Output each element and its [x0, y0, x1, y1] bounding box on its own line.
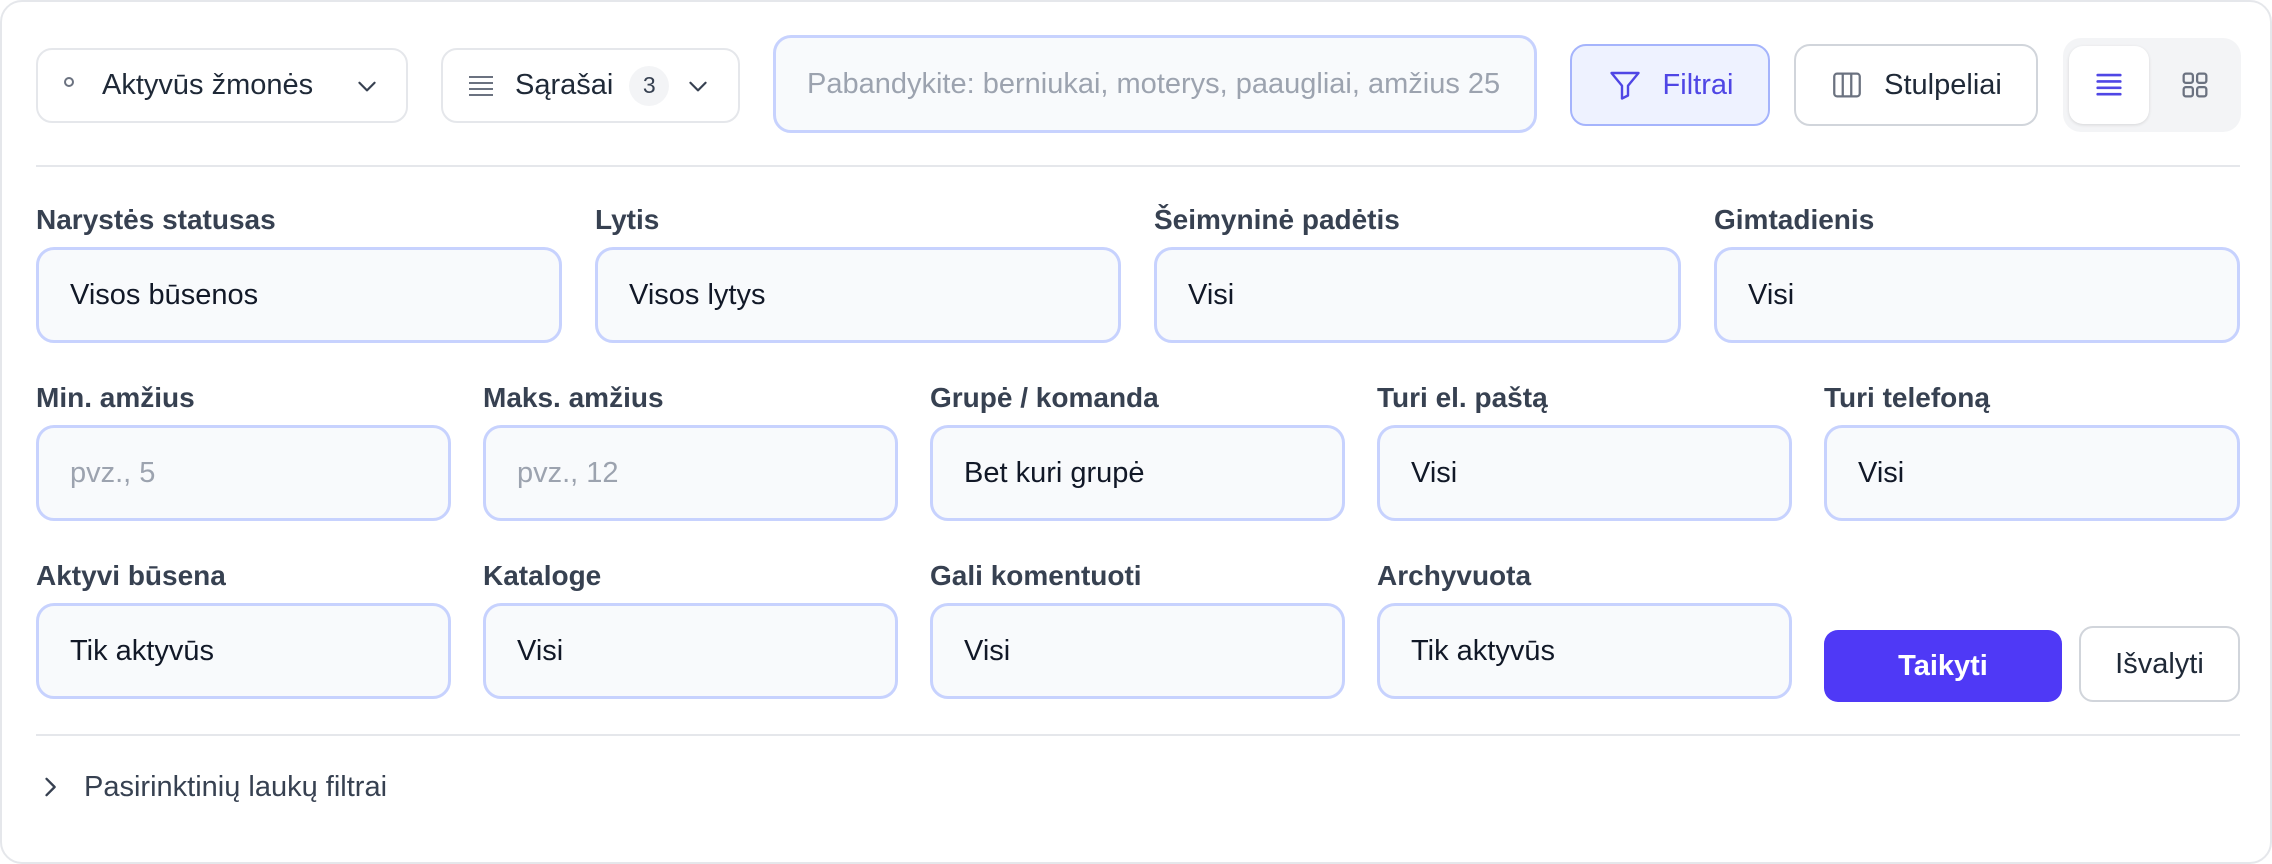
can-comment-filter: Gali komentuoti Visi — [930, 557, 1345, 699]
active-status-select[interactable]: Tik aktyvūs — [36, 603, 451, 699]
custom-fields-toggle[interactable]: Pasirinktinių laukų filtrai — [36, 766, 387, 808]
list-view-button[interactable] — [2069, 46, 2149, 124]
archived-label: Archyvuota — [1377, 560, 1532, 591]
status-dot-icon — [64, 76, 74, 87]
active-status-filter: Aktyvi būsena Tik aktyvūs — [36, 557, 451, 699]
group-label: Grupė / komanda — [930, 382, 1159, 413]
marital-label: Šeimyninė padėtis — [1154, 204, 1400, 235]
chevron-down-icon — [685, 73, 711, 99]
min-age-field — [36, 425, 451, 521]
birthday-select[interactable]: Visi — [1714, 247, 2240, 343]
membership-select[interactable]: Visos būsenos — [36, 247, 562, 343]
directory-label: Kataloge — [483, 560, 602, 591]
has-email-filter: Turi el. paštą Visi — [1377, 379, 1792, 521]
lists-label: Sąrašai — [515, 69, 614, 101]
max-age-filter: Maks. amžius — [483, 379, 898, 521]
people-scope-label: Aktyvūs žmonės — [102, 69, 314, 101]
list-view-icon — [2096, 73, 2122, 96]
has-email-select[interactable]: Visi — [1377, 425, 1792, 521]
membership-label: Narystės statusas — [36, 204, 276, 235]
lists-dropdown[interactable]: Sąrašai 3 — [441, 48, 740, 123]
toolbar: Aktyvūs žmonės Sąrašai 3 Filtrai Stulpel… — [36, 35, 2241, 133]
min-age-label: Min. amžius — [36, 382, 195, 413]
lists-count-badge: 3 — [629, 65, 670, 106]
apply-button[interactable]: Taikyti — [1824, 630, 2062, 702]
chevron-down-icon — [354, 73, 380, 99]
membership-filter: Narystės statusas Visos būsenos — [36, 201, 562, 343]
birthday-label: Gimtadienis — [1714, 204, 1875, 235]
filter-icon — [1609, 71, 1640, 100]
gender-filter: Lytis Visos lytys — [595, 201, 1121, 343]
clear-button[interactable]: Išvalyti — [2079, 626, 2240, 702]
min-age-filter: Min. amžius — [36, 379, 451, 521]
archived-select[interactable]: Tik aktyvūs — [1377, 603, 1792, 699]
has-phone-select[interactable]: Visi — [1824, 425, 2240, 521]
group-select[interactable]: Bet kuri grupė — [930, 425, 1345, 521]
custom-fields-label: Pasirinktinių laukų filtrai — [84, 770, 388, 803]
grid-view-button[interactable] — [2155, 46, 2235, 124]
has-email-label: Turi el. paštą — [1377, 382, 1548, 413]
max-age-field — [483, 425, 898, 521]
can-comment-label: Gali komentuoti — [930, 560, 1142, 591]
birthday-filter: Gimtadienis Visi — [1714, 201, 2240, 343]
search-field — [773, 35, 1537, 133]
gender-label: Lytis — [595, 204, 660, 235]
max-age-input[interactable] — [517, 456, 895, 490]
people-scope-dropdown[interactable]: Aktyvūs žmonės — [36, 48, 408, 123]
max-age-label: Maks. amžius — [483, 382, 664, 413]
view-toggle — [2063, 38, 2241, 132]
can-comment-select[interactable]: Visi — [930, 603, 1345, 699]
filters-label: Filtrai — [1662, 68, 1734, 101]
has-phone-filter: Turi telefoną Visi — [1824, 379, 2240, 521]
min-age-input[interactable] — [70, 456, 448, 490]
has-phone-label: Turi telefoną — [1824, 382, 1990, 413]
divider — [36, 165, 2240, 167]
filters-button[interactable]: Filtrai — [1570, 44, 1770, 126]
columns-button[interactable]: Stulpeliai — [1794, 44, 2038, 126]
directory-select[interactable]: Visi — [483, 603, 898, 699]
marital-select[interactable]: Visi — [1154, 247, 1681, 343]
list-icon — [469, 75, 493, 96]
chevron-right-icon — [45, 777, 56, 797]
search-input[interactable] — [807, 67, 1534, 101]
marital-filter: Šeimyninė padėtis Visi — [1154, 201, 1681, 343]
divider — [36, 734, 2240, 736]
grid-view-icon — [2182, 72, 2208, 98]
archived-filter: Archyvuota Tik aktyvūs — [1377, 557, 1792, 699]
gender-select[interactable]: Visos lytys — [595, 247, 1121, 343]
columns-icon — [1833, 72, 1862, 98]
columns-label: Stulpeliai — [1884, 68, 2002, 101]
group-filter: Grupė / komanda Bet kuri grupė — [930, 379, 1345, 521]
filter-panel: Aktyvūs žmonės Sąrašai 3 Filtrai Stulpel… — [0, 0, 2272, 864]
active-status-label: Aktyvi būsena — [36, 560, 226, 591]
directory-filter: Kataloge Visi — [483, 557, 898, 699]
